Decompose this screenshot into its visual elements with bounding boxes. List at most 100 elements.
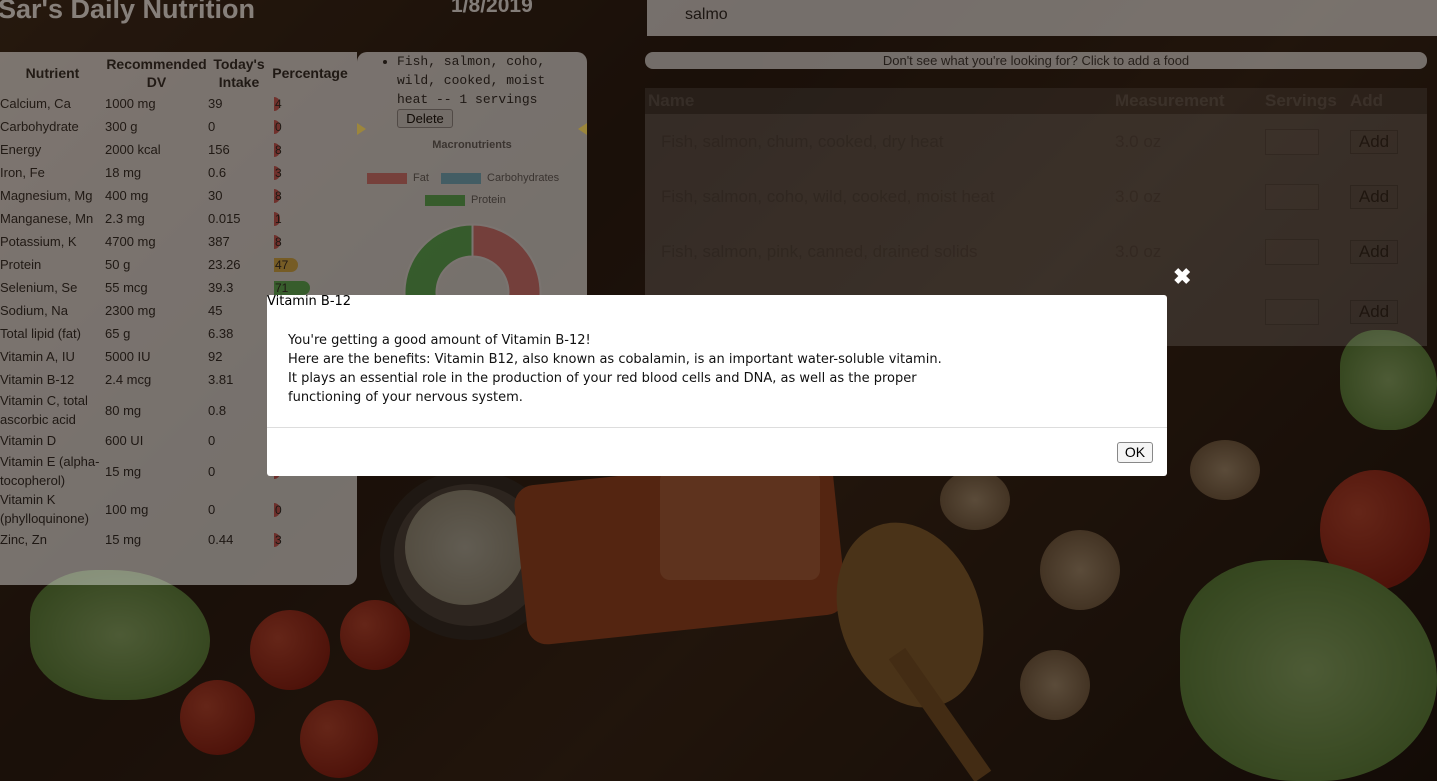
percentage-bar: 8 [274, 235, 282, 249]
nutrient-dv: 15 mg [105, 463, 142, 479]
modal-message-line: It plays an essential role in the produc… [288, 371, 917, 386]
search-input[interactable]: salmo [647, 0, 1437, 36]
nutrient-intake: 39.3 [208, 280, 234, 295]
nutrient-row[interactable]: Magnesium, Mg 400 mg 30 8 [0, 184, 357, 207]
nutrient-intake: 30 [208, 188, 223, 203]
ok-button[interactable]: OK [1117, 442, 1153, 463]
nutrient-name: Potassium, K [0, 234, 77, 249]
result-measurement: 3.0 oz [1115, 131, 1162, 151]
percentage-bar: 3 [274, 533, 282, 547]
percentage-bar: 0 [274, 120, 282, 134]
nutrient-dv: 400 mg [105, 188, 149, 203]
result-row: Fish, salmon, chum, cooked, dry heat 3.0… [645, 114, 1427, 169]
nutrient-dv: 65 g [105, 326, 131, 341]
nutrient-intake: 0.8 [208, 402, 227, 418]
nutrient-percentage-cell: 8 [270, 188, 350, 203]
food-log-list: Fish, salmon, coho, wild, cooked, moist … [379, 52, 579, 109]
header-measurement: Measurement [1115, 91, 1225, 110]
nutrient-dv: 55 mcg [105, 280, 148, 295]
result-name: Fish, salmon, chum, cooked, dry heat [661, 131, 944, 151]
legend-swatch-carbohydrates [441, 172, 481, 184]
nutrient-percentage-cell: 47 [270, 257, 350, 272]
nutrient-name: Vitamin B-12 [0, 372, 75, 387]
modal-body: You're getting a good amount of Vitamin … [288, 331, 942, 407]
legend-carbohydrates: Carbohydrates [441, 172, 559, 184]
legend-label-fat: Fat [413, 172, 429, 184]
nutrient-row[interactable]: Calcium, Ca 1000 mg 39 4 [0, 92, 357, 115]
nutrient-name: Vitamin C, total ascorbic acid [0, 393, 88, 427]
add-button[interactable]: Add [1350, 239, 1398, 264]
nutrient-intake: 387 [208, 234, 230, 249]
nutrient-dv: 2300 mg [105, 303, 156, 318]
add-button[interactable]: Add [1350, 129, 1398, 154]
result-row: Fish, salmon, coho, wild, cooked, moist … [645, 169, 1427, 224]
modal-message-line: functioning of your nervous system. [288, 390, 523, 405]
nutrient-dv: 18 mg [105, 165, 142, 180]
modal-divider [267, 427, 1167, 428]
nutrient-dv: 600 UI [105, 433, 144, 448]
carousel-arrow-left-icon[interactable] [357, 123, 366, 135]
nutrient-name: Manganese, Mn [0, 211, 94, 226]
servings-input[interactable] [1265, 128, 1319, 155]
nutrient-row[interactable]: Vitamin K (phylloquinone) 100 mg 0 0 [0, 490, 357, 528]
carousel-arrow-right-icon[interactable] [578, 123, 587, 135]
result-measurement: 3.0 oz [1115, 186, 1162, 206]
nutrient-name: Energy [0, 142, 42, 157]
nutrient-name: Vitamin A, IU [0, 349, 75, 364]
servings-input[interactable] [1265, 299, 1319, 325]
nutrient-dv: 2.4 mcg [105, 372, 152, 387]
nutrient-dv: 2.3 mg [105, 211, 145, 226]
nutrient-percentage-cell: 0 [270, 502, 350, 517]
legend-swatch-protein [425, 194, 465, 206]
header-name: Name [648, 91, 695, 110]
servings-input[interactable] [1265, 183, 1319, 210]
nutrient-row[interactable]: Carbohydrate 300 g 0 0 [0, 115, 357, 138]
nutrient-percentage-cell: 4 [270, 96, 350, 111]
nutrient-name: Vitamin D [0, 433, 57, 448]
result-measurement: 3.0 oz [1115, 241, 1162, 261]
nutrient-intake: 6.38 [208, 326, 234, 341]
close-icon[interactable]: ✖ [1173, 265, 1191, 289]
nutrient-intake: 3.81 [208, 372, 234, 387]
header-recommended-dv: Recommended DV [106, 56, 207, 90]
nutrient-name: Magnesium, Mg [0, 188, 93, 203]
nutrient-name: Protein [0, 257, 42, 272]
nutrient-name: Carbohydrate [0, 119, 79, 134]
nutrient-intake: 0.44 [208, 532, 234, 547]
nutrient-intake: 0 [208, 501, 216, 517]
food-log-panel: Fish, salmon, coho, wild, cooked, moist … [357, 52, 587, 312]
nutrient-intake: 0.6 [208, 165, 227, 180]
nutrient-row[interactable]: Energy 2000 kcal 156 8 [0, 138, 357, 161]
food-log-item: Fish, salmon, coho, wild, cooked, moist … [397, 52, 579, 109]
date-label: 1/8/2019 [451, 0, 533, 17]
percentage-bar: 47 [274, 258, 298, 272]
nutrient-row[interactable]: Potassium, K 4700 mg 387 8 [0, 230, 357, 253]
chart-title: Macronutrients [432, 139, 512, 151]
delete-button[interactable]: Delete [397, 109, 453, 128]
nutrient-dv: 4700 mg [105, 234, 156, 249]
nutrient-intake: 39 [208, 96, 223, 111]
nutrient-row[interactable]: Zinc, Zn 15 mg 0.44 3 [0, 528, 357, 551]
header-todays-intake: Today's Intake [213, 56, 265, 90]
nutrient-dv: 50 g [105, 257, 131, 272]
nutrient-intake: 23.26 [208, 257, 241, 272]
nutrient-row[interactable]: Iron, Fe 18 mg 0.6 3 [0, 161, 357, 184]
add-food-link[interactable]: Don't see what you're looking for? Click… [645, 52, 1427, 69]
nutrient-percentage-cell: 0 [270, 119, 350, 134]
page-title: Sar's Daily Nutrition [0, 0, 255, 24]
nutrient-row[interactable]: Protein 50 g 23.26 47 [0, 253, 357, 276]
nutrient-row[interactable]: Manganese, Mn 2.3 mg 0.015 1 [0, 207, 357, 230]
add-button[interactable]: Add [1350, 184, 1398, 209]
nutrient-name: Calcium, Ca [0, 96, 71, 111]
nutrient-percentage-cell: 3 [270, 532, 350, 547]
add-button[interactable]: Add [1350, 300, 1398, 324]
nutrient-percentage-cell: 1 [270, 211, 350, 226]
nutrient-dv: 100 mg [105, 501, 149, 517]
servings-input[interactable] [1265, 238, 1319, 265]
modal-message-line: You're getting a good amount of Vitamin … [288, 333, 591, 348]
legend-label-carbohydrates: Carbohydrates [487, 172, 560, 184]
result-name: Fish, salmon, pink, canned, drained soli… [661, 241, 978, 261]
nutrient-name: Selenium, Se [0, 280, 78, 295]
nutrient-percentage-cell: 8 [270, 234, 350, 249]
legend-protein: Protein [425, 194, 506, 206]
